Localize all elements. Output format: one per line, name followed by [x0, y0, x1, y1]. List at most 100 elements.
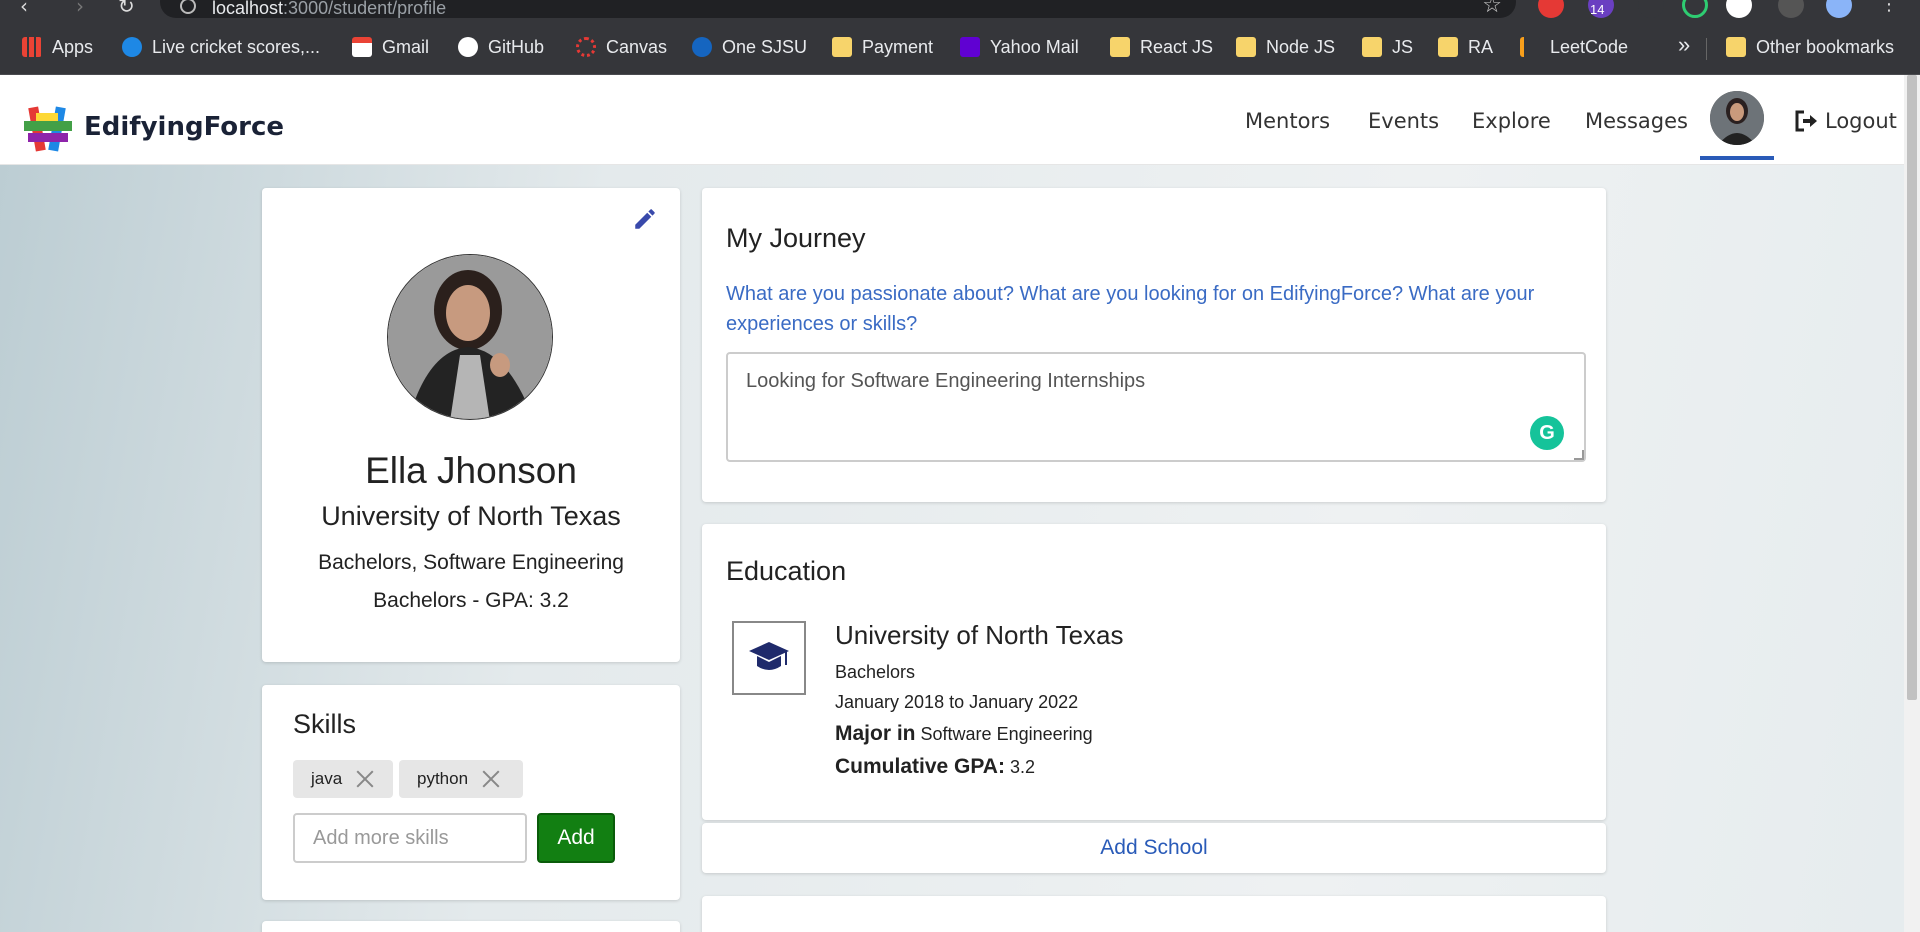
education-gpa: Cumulative GPA: 3.2 [835, 755, 1035, 779]
bookmark-js[interactable]: JS [1362, 34, 1413, 60]
extension-icon[interactable] [1538, 0, 1564, 18]
bookmark-other[interactable]: Other bookmarks [1726, 34, 1894, 60]
profile-degree: Bachelors, Software Engineering [318, 551, 624, 574]
brand-name[interactable]: EdifyingForce [84, 112, 284, 142]
logout-label: Logout [1825, 109, 1897, 133]
address-bar[interactable]: localhost:3000/student/profile ☆ [160, 0, 1516, 18]
folder-icon [1110, 37, 1130, 57]
education-dates: January 2018 to January 2022 [835, 692, 1079, 712]
journey-textarea[interactable]: Looking for Software Engineering Interns… [726, 352, 1586, 462]
bookmark-ra[interactable]: RA [1438, 34, 1493, 60]
skill-chip-label: python [417, 769, 469, 788]
folder-icon [1438, 37, 1458, 57]
grammarly-icon[interactable]: G [1530, 416, 1564, 450]
profile-photo [387, 254, 553, 420]
app-header: EdifyingForce Mentors Events Explore Mes… [0, 75, 1920, 165]
next-card-partial [262, 921, 680, 932]
nav-messages[interactable]: Messages [1585, 109, 1688, 133]
edifyingforce-logo[interactable] [22, 103, 76, 157]
education-card: Education University of North Texas Bach… [702, 524, 1606, 820]
folder-icon [832, 37, 852, 57]
nav-events[interactable]: Events [1368, 109, 1439, 133]
resize-handle-icon[interactable] [1574, 450, 1584, 460]
more-bookmarks-icon[interactable]: » [1678, 32, 1690, 58]
avatar-image [1710, 91, 1764, 145]
github-icon [458, 37, 478, 57]
logout-button[interactable]: Logout [1795, 109, 1897, 133]
bookmarks-separator [1706, 38, 1707, 60]
extension-badge-icon[interactable]: 14 [1588, 0, 1614, 18]
bookmark-one-sjsu[interactable]: One SJSU [692, 34, 807, 60]
profile-photo-image [388, 255, 552, 419]
journey-title: My Journey [726, 223, 866, 253]
info-icon[interactable] [180, 0, 196, 14]
folder-icon [1362, 37, 1382, 57]
wifi-extension-icon[interactable] [1638, 0, 1664, 18]
apps-grid-icon [22, 37, 42, 57]
nav-explore[interactable]: Explore [1472, 109, 1551, 133]
bookmark-apps[interactable]: Apps [22, 34, 93, 60]
bookmark-payment[interactable]: Payment [832, 34, 933, 60]
nav-mentors[interactable]: Mentors [1245, 109, 1330, 133]
education-degree: Bachelors [835, 662, 916, 682]
education-school: University of North Texas [835, 620, 1124, 650]
graduation-cap-icon [732, 621, 806, 695]
bookmark-react-js[interactable]: React JS [1110, 34, 1213, 60]
forward-icon[interactable]: › [76, 0, 84, 18]
nav-profile-avatar[interactable] [1710, 91, 1764, 145]
skill-chip: java [293, 760, 393, 798]
bookmark-yahoo-mail[interactable]: Yahoo Mail [960, 34, 1079, 60]
add-skill-button[interactable]: Add [537, 813, 615, 863]
journey-card: My Journey What are you passionate about… [702, 188, 1606, 502]
skills-title: Skills [293, 709, 357, 739]
profile-icon[interactable] [1826, 0, 1852, 18]
yahoo-mail-icon [960, 37, 980, 57]
profile-card: Ella Jhonson University of North Texas B… [262, 188, 680, 662]
journey-prompt: What are you passionate about? What are … [726, 283, 1535, 335]
url-text: localhost:3000/student/profile [212, 0, 447, 18]
logout-icon [1795, 110, 1817, 132]
skills-card: Skills java python Add [262, 685, 680, 900]
globe-icon [122, 37, 142, 57]
grammarly-extension-icon[interactable] [1682, 0, 1708, 18]
leetcode-icon [1520, 37, 1540, 57]
bookmark-star-icon[interactable]: ☆ [1482, 0, 1502, 18]
browser-toolbar: ‹ › ↻ localhost:3000/student/profile ☆ 1… [0, 0, 1920, 18]
gpa-value: 3.2 [1009, 757, 1036, 777]
gpa-label: Cumulative GPA: [835, 755, 1005, 778]
bookmark-gmail[interactable]: Gmail [352, 34, 429, 60]
sjsu-icon [692, 37, 712, 57]
education-title: Education [726, 556, 847, 586]
remove-skill-icon[interactable] [480, 768, 502, 790]
profile-university: University of North Texas [321, 501, 621, 531]
folder-icon [1236, 37, 1256, 57]
back-icon[interactable]: ‹ [20, 0, 28, 18]
next-card-partial [702, 896, 1606, 932]
bookmark-node-js[interactable]: Node JS [1236, 34, 1335, 60]
bookmark-cricket[interactable]: Live cricket scores,... [122, 34, 320, 60]
bookmark-canvas[interactable]: Canvas [576, 34, 667, 60]
skill-chip-label: java [311, 769, 343, 788]
active-nav-indicator [1700, 156, 1774, 160]
folder-icon [1726, 37, 1746, 57]
edit-pencil-icon[interactable] [632, 206, 658, 232]
skill-chip: python [399, 760, 523, 798]
puzzle-icon[interactable] [1778, 0, 1804, 18]
add-school-button[interactable]: Add School [702, 823, 1606, 873]
profile-gpa: Bachelors - GPA: 3.2 [373, 589, 569, 612]
bookmarks-bar: Apps Live cricket scores,... Gmail GitHu… [0, 18, 1920, 75]
major-value: Software Engineering [920, 724, 1093, 744]
add-skill-input[interactable] [293, 813, 527, 863]
canvas-icon [576, 37, 596, 57]
page-scrollbar[interactable] [1904, 75, 1920, 932]
major-label: Major in [835, 722, 916, 745]
extension-icon[interactable] [1726, 0, 1752, 18]
bookmark-github[interactable]: GitHub [458, 34, 544, 60]
profile-name: Ella Jhonson [365, 450, 577, 491]
menu-icon[interactable]: ⋮ [1880, 0, 1898, 15]
bookmark-leetcode[interactable]: LeetCode [1520, 34, 1628, 60]
remove-skill-icon[interactable] [354, 768, 376, 790]
scrollbar-thumb[interactable] [1907, 75, 1917, 700]
education-major: Major in Software Engineering [835, 722, 1093, 746]
reload-icon[interactable]: ↻ [118, 0, 135, 18]
